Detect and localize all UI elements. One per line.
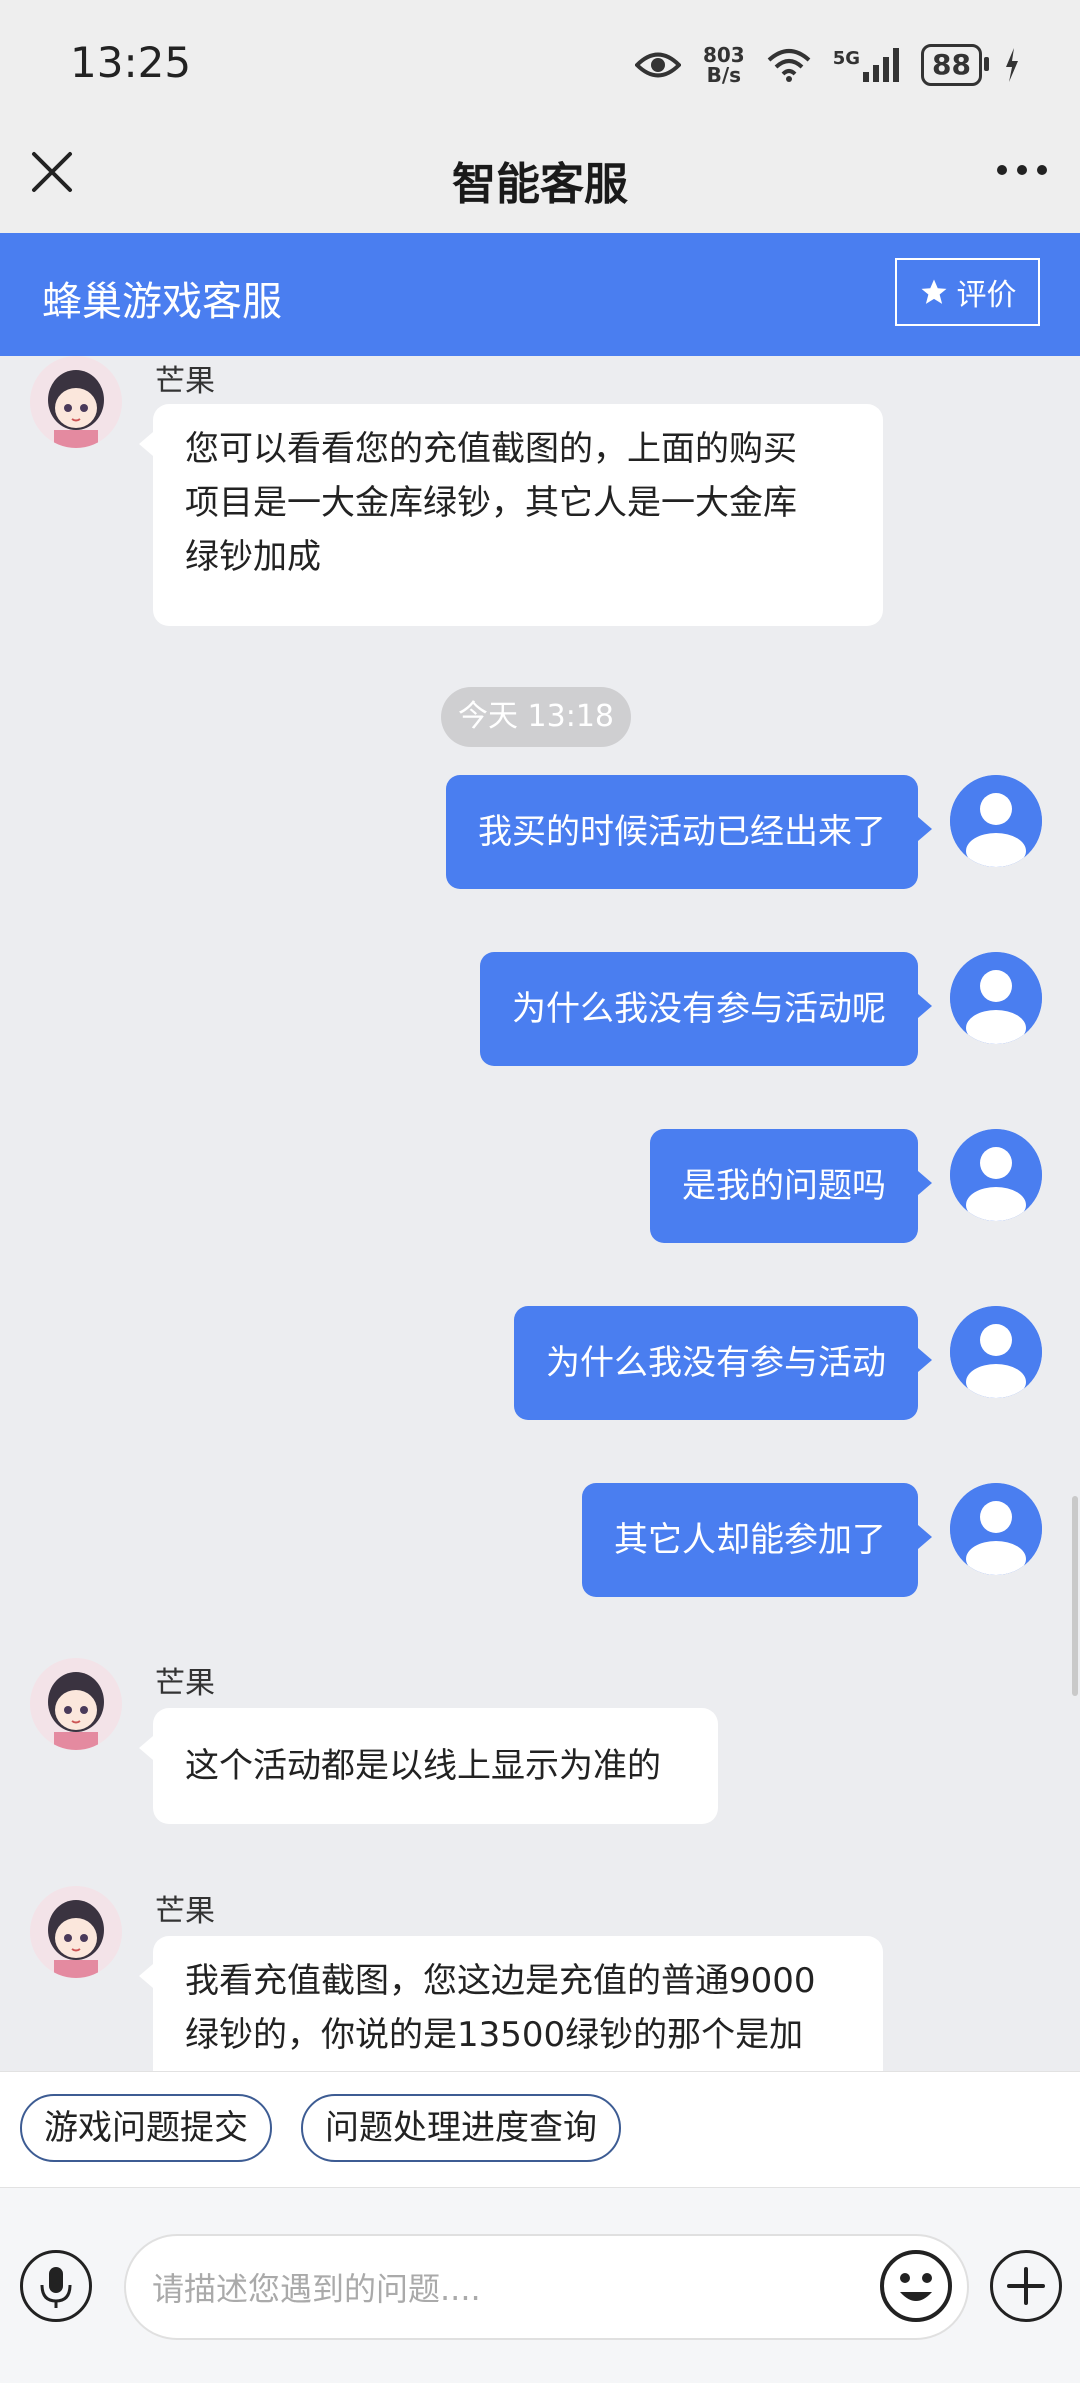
user-avatar-icon <box>950 952 1042 1044</box>
status-time: 13:25 <box>70 38 192 87</box>
message-line: 我看充值截图，您这边是充值的普通9000 <box>185 1961 816 2001</box>
user-avatar <box>950 1129 1042 1221</box>
status-icons: 803 B/s 5G 88 <box>634 40 1020 90</box>
agent-message-bubble: 您可以看看您的充值截图的，上面的购买 项目是一大金库绿钞，其它人是一大金库 绿钞… <box>139 404 883 626</box>
message-user: 我买的时候活动已经出来了 <box>0 775 1080 893</box>
agent-name: 芒果 <box>155 1894 215 1929</box>
user-avatar <box>950 1306 1042 1398</box>
agent-avatar <box>30 1886 122 1978</box>
chat-scrollbar[interactable] <box>1072 1496 1078 1696</box>
nav-bar: 智能客服 <box>0 130 1080 233</box>
message-line: 这个活动都是以线上显示为准的 <box>185 1746 661 1786</box>
plus-icon <box>1007 2267 1045 2305</box>
message-agent: 芒果 您可以看看您的充值截图的，上面的购买 项目是一大金库绿钞，其它人是一大金库… <box>0 356 1080 626</box>
signal-icon <box>863 48 900 82</box>
agent-avatar-image <box>30 1886 122 1978</box>
service-title: 蜂巢游戏客服 <box>42 279 282 325</box>
user-avatar-icon <box>950 1129 1042 1221</box>
chat-area[interactable]: 芒果 您可以看看您的充值截图的，上面的购买 项目是一大金库绿钞，其它人是一大金库… <box>0 356 1080 2071</box>
input-bar: 请描述您遇到的问题.... <box>0 2187 1080 2383</box>
rate-button[interactable]: 评价 <box>895 258 1040 326</box>
net-speed: 803 B/s <box>703 45 745 85</box>
agent-message-bubble: 这个活动都是以线上显示为准的 <box>139 1708 718 1824</box>
message-line: 项目是一大金库绿钞，其它人是一大金库 <box>185 483 797 523</box>
user-avatar-icon <box>950 775 1042 867</box>
message-line: 绿钞的，你说的是13500绿钞的那个是加 <box>185 2015 804 2055</box>
user-message-bubble: 我买的时候活动已经出来了 <box>446 775 932 889</box>
user-avatar <box>950 775 1042 867</box>
wifi-icon <box>767 49 811 82</box>
user-message-bubble: 为什么我没有参与活动呢 <box>480 952 932 1066</box>
message-user: 其它人却能参加了 <box>0 1483 1080 1601</box>
net-speed-value: 803 <box>702 43 745 67</box>
emoji-button[interactable] <box>878 2248 954 2324</box>
page-title: 智能客服 <box>452 159 628 210</box>
message-line: 绿钞加成 <box>185 537 321 577</box>
battery-indicator: 88 <box>921 44 989 86</box>
message-agent: 芒果 我看充值截图，您这边是充值的普通9000 绿钞的，你说的是13500绿钞的… <box>0 1886 1080 2071</box>
agent-avatar-image <box>30 1658 122 1750</box>
network-type: 5G <box>832 48 861 69</box>
message-agent: 芒果 这个活动都是以线上显示为准的 <box>0 1658 1080 1828</box>
agent-avatar <box>30 1658 122 1750</box>
signal-5g: 5G <box>832 48 900 82</box>
quick-actions-bar: 游戏问题提交 问题处理进度查询 <box>0 2071 1080 2188</box>
message-user: 是我的问题吗 <box>0 1129 1080 1247</box>
more-icon <box>997 165 1047 175</box>
agent-avatar <box>30 356 122 448</box>
service-header: 蜂巢游戏客服 评价 <box>0 233 1080 356</box>
add-button[interactable] <box>990 2250 1062 2322</box>
agent-name: 芒果 <box>155 364 215 399</box>
star-icon <box>921 279 946 304</box>
user-message-bubble: 是我的问题吗 <box>650 1129 932 1243</box>
agent-name: 芒果 <box>155 1666 215 1701</box>
net-speed-unit: B/s <box>706 63 742 87</box>
voice-button[interactable] <box>20 2250 92 2322</box>
quick-action-progress-query[interactable]: 问题处理进度查询 <box>301 2094 621 2162</box>
charging-icon <box>1006 48 1018 82</box>
rate-label: 评价 <box>956 278 1017 313</box>
user-message-bubble: 为什么我没有参与活动 <box>514 1306 932 1420</box>
user-avatar-icon <box>950 1306 1042 1398</box>
agent-message-bubble: 我看充值截图，您这边是充值的普通9000 绿钞的，你说的是13500绿钞的那个是… <box>139 1936 883 2071</box>
user-avatar <box>950 952 1042 1044</box>
message-input-placeholder: 请描述您遇到的问题.... <box>152 2270 481 2308</box>
message-user: 为什么我没有参与活动呢 <box>0 952 1080 1070</box>
emoji-icon <box>880 2250 952 2322</box>
message-timestamp: 今天 13:18 <box>441 687 631 747</box>
message-user: 为什么我没有参与活动 <box>0 1306 1080 1424</box>
status-bar: 13:25 803 B/s 5G 88 <box>0 0 1080 130</box>
agent-avatar-image <box>30 356 122 448</box>
eye-icon <box>634 52 681 78</box>
message-line: 您可以看看您的充值截图的，上面的购买 <box>185 429 797 469</box>
more-button[interactable] <box>992 150 1052 190</box>
user-message-bubble: 其它人却能参加了 <box>582 1483 932 1597</box>
user-avatar-icon <box>950 1483 1042 1575</box>
microphone-icon <box>40 2267 72 2308</box>
quick-action-submit-issue[interactable]: 游戏问题提交 <box>20 2094 272 2162</box>
user-avatar <box>950 1483 1042 1575</box>
